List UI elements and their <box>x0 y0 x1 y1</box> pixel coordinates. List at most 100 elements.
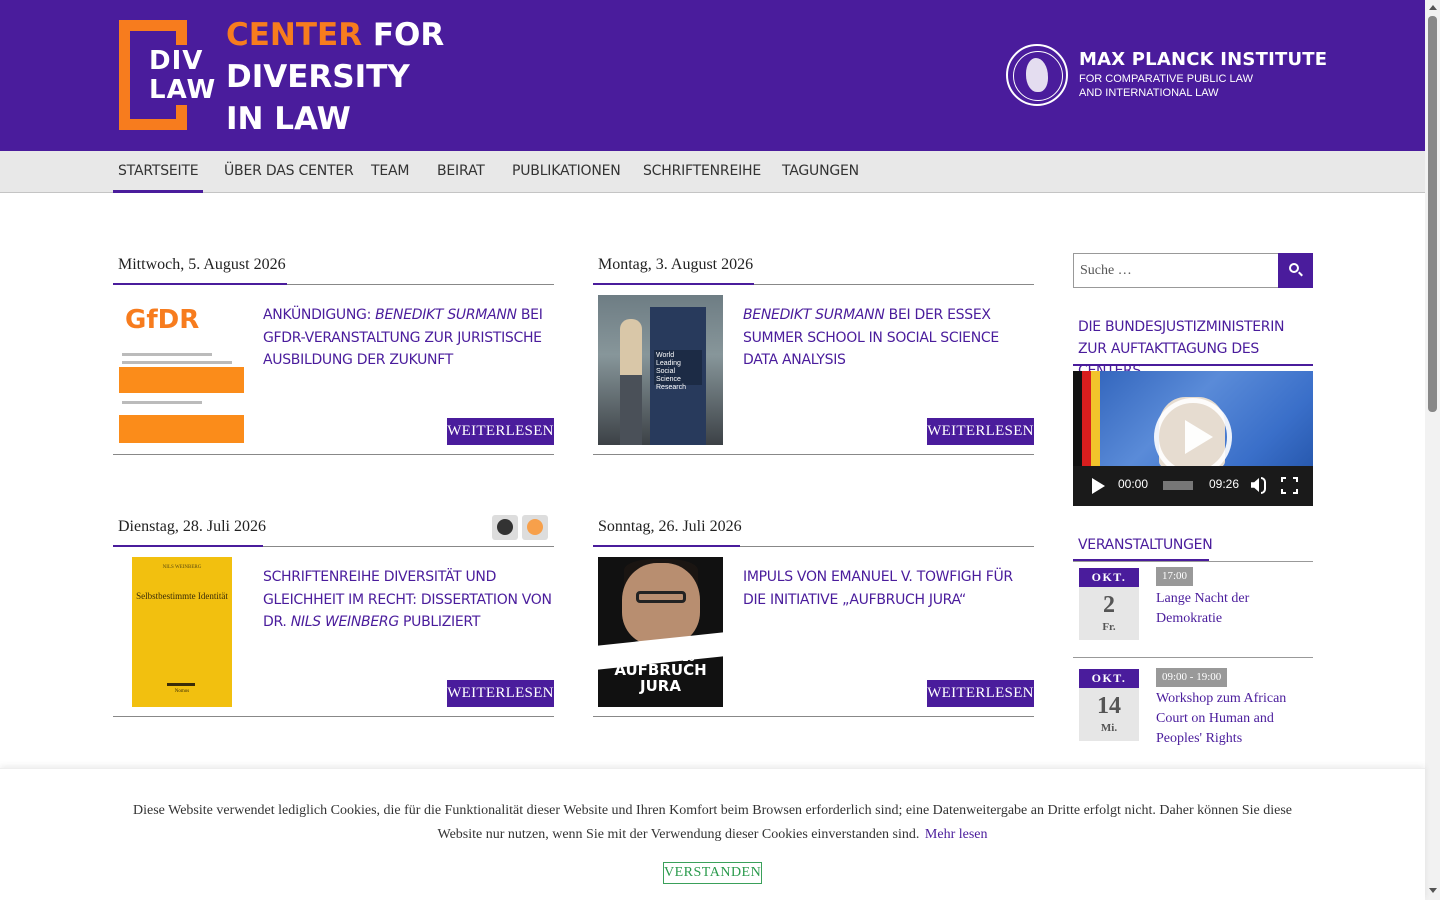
nav-item-team[interactable]: TEAM <box>371 151 409 193</box>
event-time-badge: 09:00 - 19:00 <box>1156 668 1228 687</box>
divlaw-logo-text[interactable]: DIV LAW <box>149 47 219 105</box>
post-thumbnail[interactable]: World Leading Social Science Research <box>598 295 723 445</box>
nav-item-startseite[interactable]: STARTSEITE <box>113 151 204 193</box>
thumb-line: JURA <box>640 677 681 695</box>
post-thumbnail[interactable]: INTRO NO. 20 AUFBRUCH JURA <box>598 557 723 707</box>
logo-law: LAW <box>149 75 217 105</box>
post-title-link[interactable]: SCHRIFTENREIHE DIVERSITÄT UND GLEICHHEIT… <box>263 566 553 634</box>
event-day-box: 2 Fr. <box>1079 587 1139 640</box>
volume-icon[interactable] <box>1251 478 1259 492</box>
title-italic: BENEDIKT SURMANN <box>743 307 885 323</box>
event-month: OKT. <box>1079 568 1139 587</box>
site-title-diversity: DIVERSITY <box>226 59 410 95</box>
doi-share-button[interactable] <box>492 515 518 540</box>
flag-stripe <box>1082 371 1091 466</box>
page-scrollbar[interactable] <box>1425 0 1440 900</box>
scroll-thumb[interactable] <box>1428 16 1437 412</box>
read-more-button[interactable]: WEITERLESEN <box>447 680 554 707</box>
event-month: OKT. <box>1079 669 1139 688</box>
site-title-for: FOR <box>362 17 445 53</box>
post-date: Sonntag, 26. Juli 2026 <box>598 518 742 535</box>
cookie-text: Diese Website verwendet lediglich Cookie… <box>120 799 1305 847</box>
mpi-subtitle[interactable]: FOR COMPARATIVE PUBLIC LAW AND INTERNATI… <box>1079 72 1253 100</box>
site-title-center: CENTER <box>226 17 363 53</box>
search-button[interactable] <box>1278 253 1313 288</box>
thumb-banner-text: World Leading Social Science Research <box>654 350 702 391</box>
doi-icon <box>497 519 513 535</box>
divider <box>113 716 554 717</box>
divider <box>740 546 1034 547</box>
nav-item-ueber-das-center[interactable]: ÜBER DAS CENTER <box>224 151 354 193</box>
post-thumbnail[interactable]: NILS WEINBERG Selbstbestimmte Identität … <box>119 557 244 707</box>
play-overlay-icon[interactable] <box>1154 398 1232 476</box>
post-title-link[interactable]: ANKÜNDIGUNG: BENEDIKT SURMANN BEI GFDR-V… <box>263 304 553 372</box>
academia-icon <box>527 519 543 535</box>
flag-stripe <box>1073 371 1082 466</box>
logo-div: DIV <box>149 46 204 76</box>
event-day: 2 <box>1103 592 1115 618</box>
post-title-link[interactable]: IMPULS VON EMANUEL V. TOWFIGH FÜR DIE IN… <box>743 566 1033 611</box>
scroll-down-icon[interactable] <box>1429 888 1437 893</box>
thumb-band <box>119 415 244 443</box>
post-thumbnail[interactable]: GfDR <box>119 295 244 445</box>
mpi-subtitle-line1: FOR COMPARATIVE PUBLIC LAW <box>1079 73 1253 85</box>
nav-item-publikationen[interactable]: PUBLIKATIONEN <box>512 151 621 193</box>
event-weekday: Fr. <box>1102 621 1116 633</box>
video-controls: 00:00 09:26 <box>1073 466 1313 506</box>
event-day-box: 14 Mi. <box>1079 688 1139 741</box>
read-more-button[interactable]: WEITERLESEN <box>447 418 554 445</box>
divider <box>593 454 1034 455</box>
widget-underline <box>1073 364 1313 366</box>
volume-wave-icon <box>1261 477 1266 494</box>
search-input[interactable]: Suche … <box>1073 253 1279 288</box>
title-text: ANKÜNDIGUNG: <box>263 307 376 323</box>
nav-item-tagungen[interactable]: TAGUNGEN <box>782 151 859 193</box>
title-text: PUBLIZIERT <box>398 614 481 630</box>
divider <box>113 454 554 455</box>
book-title: Selbstbestimmte Identität <box>136 591 228 601</box>
read-more-button[interactable]: WEITERLESEN <box>927 418 1034 445</box>
post-title-link[interactable]: BENEDIKT SURMANN BEI DER ESSEX SUMMER SC… <box>743 304 1033 372</box>
date-underline <box>113 545 263 547</box>
book-publisher: Nomos <box>174 689 190 694</box>
divider <box>287 284 554 285</box>
nav-item-schriftenreihe[interactable]: SCHRIFTENREIHE <box>643 151 761 193</box>
video-progress-bar[interactable] <box>1163 481 1193 490</box>
event-time-badge: 17:00 <box>1156 567 1194 586</box>
thumb-face <box>622 563 700 645</box>
thumb-text-line <box>122 361 232 364</box>
scroll-up-icon[interactable] <box>1429 5 1437 10</box>
thumb-line: AUFBRUCH <box>614 661 707 679</box>
event-weekday: Mi. <box>1100 722 1118 734</box>
site-title[interactable]: CENTER FOR DIVERSITY IN LAW <box>226 14 444 140</box>
video-current-time: 00:00 <box>1118 477 1149 491</box>
video-player[interactable]: 00:00 09:26 <box>1073 371 1313 506</box>
thumb-person-legs <box>620 375 642 445</box>
minerva-seal-icon[interactable] <box>1006 44 1068 106</box>
academia-share-button[interactable] <box>522 515 548 540</box>
mpi-name[interactable]: MAX PLANCK INSTITUTE <box>1079 49 1327 70</box>
site-title-in-law: IN LAW <box>226 101 351 137</box>
date-underline <box>593 545 740 547</box>
cookie-accept-button[interactable]: VERSTANDEN <box>663 862 762 884</box>
post-date: Dienstag, 28. Juli 2026 <box>118 518 266 535</box>
main-nav: STARTSEITE ÜBER DAS CENTER TEAM BEIRAT P… <box>0 151 1425 193</box>
divider <box>754 284 1034 285</box>
event-title-link[interactable]: Lange Nacht der Demokratie <box>1156 589 1306 629</box>
mpi-subtitle-line2: AND INTERNATIONAL LAW <box>1079 87 1219 99</box>
thumb-aufbruch: AUFBRUCH JURA <box>598 662 723 694</box>
event-day: 14 <box>1097 693 1121 719</box>
title-italic: NILS WEINBERG <box>290 614 399 630</box>
event-title-link[interactable]: Workshop zum African Court on Human and … <box>1156 689 1306 749</box>
book-author: NILS WEINBERG <box>162 565 202 570</box>
post-date: Mittwoch, 5. August 2026 <box>118 256 286 273</box>
fullscreen-icon[interactable] <box>1280 476 1299 495</box>
nav-item-beirat[interactable]: BEIRAT <box>437 151 485 193</box>
video-duration: 09:26 <box>1209 477 1240 491</box>
date-underline <box>593 283 754 285</box>
play-icon[interactable] <box>1092 478 1105 494</box>
read-more-button[interactable]: WEITERLESEN <box>927 680 1034 707</box>
thumb-text-line <box>122 353 212 356</box>
cookie-more-link[interactable]: Mehr lesen <box>925 827 988 842</box>
search-icon-handle <box>1298 271 1303 277</box>
